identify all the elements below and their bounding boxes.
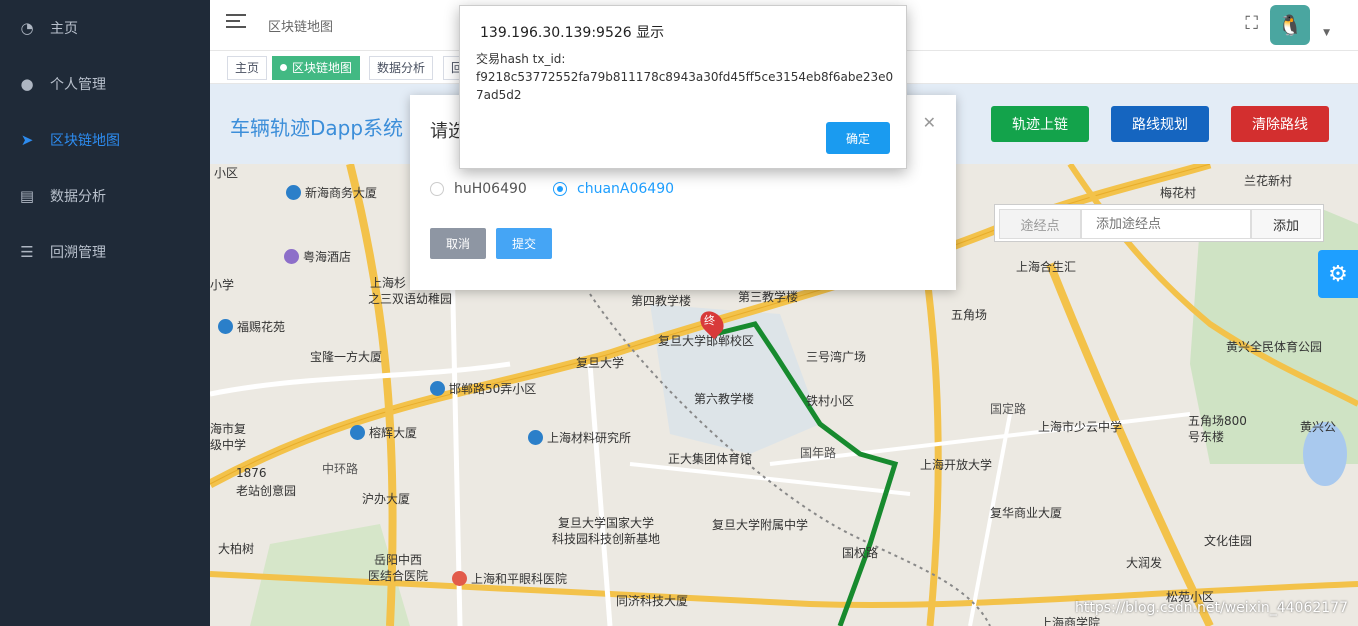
watermark: https://blog.csdn.net/weixin_44062177 [1074, 600, 1348, 616]
list-icon: ☰ [20, 243, 34, 261]
radio-vehicle-hu[interactable]: huH06490 [430, 181, 527, 197]
submit-button[interactable]: 提交 [496, 228, 552, 259]
sidebar-item-label: 主页 [50, 21, 78, 37]
alert-message: 交易hash tx_id: f9218c53772552fa79b811178c… [476, 50, 896, 104]
ok-button[interactable]: 确定 [826, 122, 890, 154]
alert-message-value: f9218c53772552fa79b811178c8943a30fd45ff5… [476, 70, 894, 102]
poi-pin-icon [218, 319, 233, 334]
clear-route-button[interactable]: 清除路线 [1231, 106, 1329, 142]
tab-blockchain-map[interactable]: 区块链地图 [272, 56, 361, 80]
sidebar: ◔ 主页 ● 个人管理 ➤ 区块链地图 ▤ 数据分析 ☰ 回溯管理 [0, 0, 210, 626]
sidebar-item-home[interactable]: ◔ 主页 [0, 0, 210, 56]
poi-pin-icon [452, 571, 467, 586]
avatar[interactable]: 🐧 [1270, 5, 1310, 45]
alert-message-label: 交易hash tx_id: [476, 52, 566, 66]
add-waypoint-button[interactable]: 添加 [1251, 209, 1321, 239]
waypoint-input[interactable] [1081, 209, 1251, 239]
sidebar-item-personal[interactable]: ● 个人管理 [0, 56, 210, 112]
radio-circle[interactable] [430, 182, 444, 196]
gear-icon[interactable]: ⚙ [1318, 250, 1358, 298]
hamburger-icon[interactable] [226, 14, 246, 30]
sidebar-item-label: 区块链地图 [50, 133, 120, 149]
sidebar-item-label: 数据分析 [50, 189, 106, 205]
sidebar-item-label: 个人管理 [50, 77, 106, 93]
user-icon: ● [20, 75, 34, 93]
cancel-button[interactable]: 取消 [430, 228, 486, 259]
alert-title: 139.196.30.139:9526 显示 [480, 25, 665, 41]
poi-pin-icon [350, 425, 365, 440]
chevron-down-icon[interactable]: ▼ [1323, 28, 1330, 38]
radio-vehicle-chuan[interactable]: chuanA06490 [553, 181, 674, 197]
browser-alert: 139.196.30.139:9526 显示 交易hash tx_id: f92… [459, 5, 907, 169]
tab-home[interactable]: 主页 [227, 56, 268, 80]
send-icon: ➤ [20, 131, 34, 149]
close-icon[interactable]: ✕ [923, 113, 936, 132]
tab-data-analysis[interactable]: 数据分析 [369, 56, 434, 80]
radio-label: chuanA06490 [577, 181, 675, 197]
poi-pin-icon [284, 249, 299, 264]
radio-circle[interactable] [553, 182, 567, 196]
sidebar-item-label: 回溯管理 [50, 245, 106, 261]
chart-icon: ▤ [19, 187, 35, 205]
route-plan-button[interactable]: 路线规划 [1111, 106, 1209, 142]
poi-pin-icon [528, 430, 543, 445]
waypoint-panel: 途经点 添加 [994, 204, 1324, 242]
poi-pin-icon [286, 185, 301, 200]
poi-pin-icon [430, 381, 445, 396]
breadcrumb: 区块链地图 [268, 20, 334, 35]
sidebar-item-blockchain-map[interactable]: ➤ 区块链地图 [0, 112, 210, 168]
fullscreen-icon[interactable]: ⛶ [1245, 13, 1258, 34]
sidebar-item-data-analysis[interactable]: ▤ 数据分析 [0, 168, 210, 224]
sidebar-item-trace[interactable]: ☰ 回溯管理 [0, 224, 210, 280]
dashboard-icon: ◔ [20, 19, 34, 37]
page-title: 车辆轨迹Dapp系统 [230, 116, 404, 140]
radio-label: huH06490 [454, 181, 527, 197]
waypoint-label: 途经点 [999, 209, 1081, 239]
upload-trajectory-button[interactable]: 轨迹上链 [991, 106, 1089, 142]
